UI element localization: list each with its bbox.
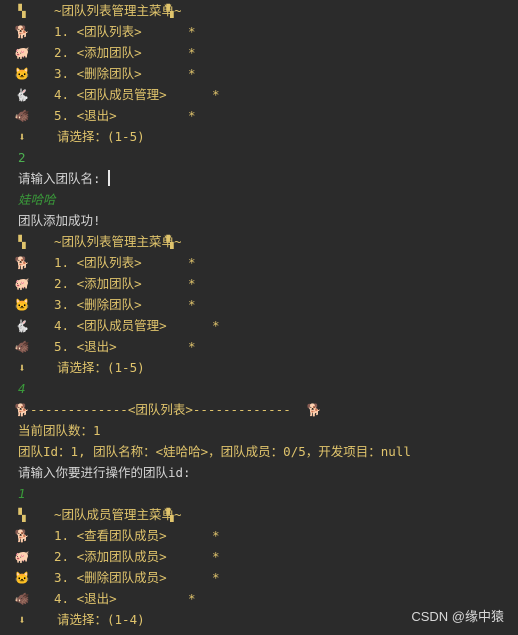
console-line: 🐕 1. <团队列表> * [0, 21, 518, 42]
console-line: 🐖 2. <添加团队> * [0, 273, 518, 294]
console-line: 🐗 5. <退出> * [0, 336, 518, 357]
console-line: ⬇ 请选择：(1-5) [0, 126, 518, 147]
user-input: 4 [18, 381, 26, 396]
menu-item-text: 2. <添加团队成员> [54, 549, 167, 564]
prompt-text: 请选择：(1-5) [57, 129, 145, 144]
boar-icon: 🐗 [14, 592, 30, 606]
output-text: 请输入你要进行操作的团队id: [18, 465, 191, 480]
user-input: 2 [18, 150, 26, 165]
menu-item-text: 3. <删除团队> [54, 297, 142, 312]
menu-star: * [212, 549, 220, 564]
console-line: 团队Id：1, 团队名称：<娃哈哈>，团队成员：0/5，开发项目：null [0, 441, 518, 462]
cat-icon: 🐱 [14, 571, 30, 585]
boar-icon: 🐗 [14, 109, 30, 123]
pig-icon: 🐖 [14, 46, 30, 60]
text-cursor [108, 170, 110, 186]
console-line: 🐖 2. <添加团队> * [0, 42, 518, 63]
dog-icon: 🐕 [306, 403, 322, 417]
console-line: 娃哈哈 [0, 189, 518, 210]
menu-item-text: 4. <退出> [54, 591, 117, 606]
flag-icon: ▚ [166, 508, 174, 522]
console-line: ▚ ~团队列表管理主菜单~ ▚ [0, 0, 518, 21]
menu-star: * [212, 528, 220, 543]
pig-icon: 🐖 [14, 550, 30, 564]
pig-icon: 🐖 [14, 277, 30, 291]
prompt-text: 请选择：(1-4) [57, 612, 145, 627]
user-input: 1 [18, 486, 26, 501]
dog-icon: 🐕 [14, 529, 30, 543]
console-line: 🐇 4. <团队成员管理> * [0, 315, 518, 336]
console-line: 当前团队数：1 [0, 420, 518, 441]
console-line: 🐱 3. <删除团队> * [0, 294, 518, 315]
menu-star: * [188, 297, 196, 312]
console-line: 🐕 -------------<团队列表>------------- 🐕 [0, 399, 518, 420]
flag-icon: ▚ [18, 4, 26, 18]
menu-star: * [188, 24, 196, 39]
menu-item-text: 1. <查看团队成员> [54, 528, 167, 543]
watermark: CSDN @缘中猿 [411, 609, 504, 624]
menu-star: * [188, 45, 196, 60]
user-input: 娃哈哈 [18, 192, 56, 207]
console-line: 请输入你要进行操作的团队id: [0, 462, 518, 483]
menu-item-text: 1. <团队列表> [54, 255, 142, 270]
output-text: 请输入团队名: [18, 171, 101, 186]
console-line: 团队添加成功! [0, 210, 518, 231]
menu-item-text: 5. <退出> [54, 108, 117, 123]
console-line: 1 [0, 483, 518, 504]
rabbit-icon: 🐇 [14, 319, 30, 333]
flag-icon: ▚ [166, 4, 174, 18]
menu-star: * [188, 66, 196, 81]
menu-star: * [212, 570, 220, 585]
info-text: 当前团队数：1 [18, 423, 101, 438]
console-line: 🐕 1. <团队列表> * [0, 252, 518, 273]
flag-icon: ▚ [18, 508, 26, 522]
info-text: 团队Id：1, 团队名称：<娃哈哈>，团队成员：0/5，开发项目：null [18, 444, 411, 459]
cat-icon: 🐱 [14, 67, 30, 81]
menu-star: * [212, 87, 220, 102]
menu-item-text: 1. <团队列表> [54, 24, 142, 39]
menu-star: * [212, 318, 220, 333]
flag-icon: ▚ [18, 235, 26, 249]
divider-text: -------------<团队列表>------------- [30, 402, 291, 417]
console-line: ▚ ~团队成员管理主菜单~ ▚ [0, 504, 518, 525]
console-line: 🐱 3. <删除团队> * [0, 63, 518, 84]
menu-item-text: 3. <删除团队成员> [54, 570, 167, 585]
dog-icon: 🐕 [14, 256, 30, 270]
console-line: ⬇ 请选择：(1-5) [0, 357, 518, 378]
flag-icon: ▚ [166, 235, 174, 249]
menu-item-text: 5. <退出> [54, 339, 117, 354]
console-line: 2 [0, 147, 518, 168]
console-line: 4 [0, 378, 518, 399]
boar-icon: 🐗 [14, 340, 30, 354]
down-arrow-icon: ⬇ [18, 361, 26, 375]
console-line: 请输入团队名: [0, 168, 518, 189]
menu-star: * [188, 339, 196, 354]
menu-star: * [188, 255, 196, 270]
console-line: 🐖 2. <添加团队成员> * [0, 546, 518, 567]
menu-star: * [188, 591, 196, 606]
dog-icon: 🐕 [14, 25, 30, 39]
prompt-text: 请选择：(1-5) [57, 360, 145, 375]
dog-icon: 🐕 [14, 403, 30, 417]
menu-item-text: 3. <删除团队> [54, 66, 142, 81]
menu-item-text: 2. <添加团队> [54, 276, 142, 291]
down-arrow-icon: ⬇ [18, 130, 26, 144]
output-text: 团队添加成功! [18, 213, 101, 228]
rabbit-icon: 🐇 [14, 88, 30, 102]
console-line: ▚ ~团队列表管理主菜单~ ▚ [0, 231, 518, 252]
console-line: 🐕 1. <查看团队成员> * [0, 525, 518, 546]
console-line: 🐱 3. <删除团队成员> * [0, 567, 518, 588]
cat-icon: 🐱 [14, 298, 30, 312]
menu-star: * [188, 276, 196, 291]
console-output[interactable]: ▚ ~团队列表管理主菜单~ ▚ 🐕 1. <团队列表> * 🐖 2. <添加团队> * 🐱 3. <… [0, 0, 518, 635]
menu-item-text: 4. <团队成员管理> [54, 87, 167, 102]
console-line: 🐗 5. <退出> * [0, 105, 518, 126]
down-arrow-icon: ⬇ [18, 613, 26, 627]
menu-star: * [188, 108, 196, 123]
menu-item-text: 4. <团队成员管理> [54, 318, 167, 333]
menu-item-text: 2. <添加团队> [54, 45, 142, 60]
console-line: 🐇 4. <团队成员管理> * [0, 84, 518, 105]
